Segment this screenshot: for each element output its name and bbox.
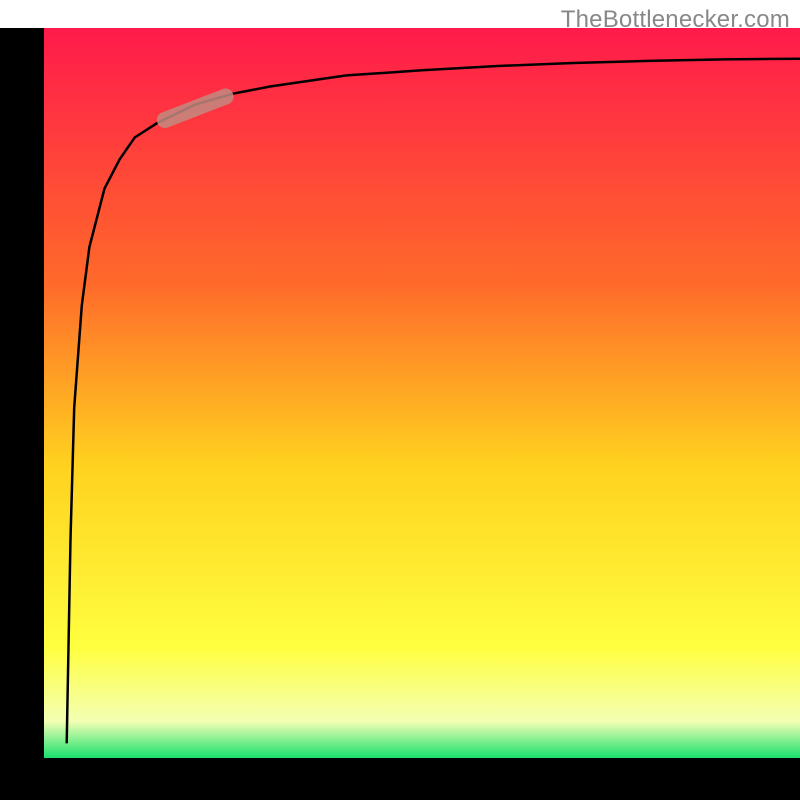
chart-canvas: TheBottlenecker.com [0, 0, 800, 800]
gradient-bg [44, 28, 800, 758]
plot-area [44, 28, 800, 758]
chart-svg [44, 28, 800, 758]
y-axis-bar [0, 28, 44, 768]
x-axis-bar [0, 758, 800, 800]
